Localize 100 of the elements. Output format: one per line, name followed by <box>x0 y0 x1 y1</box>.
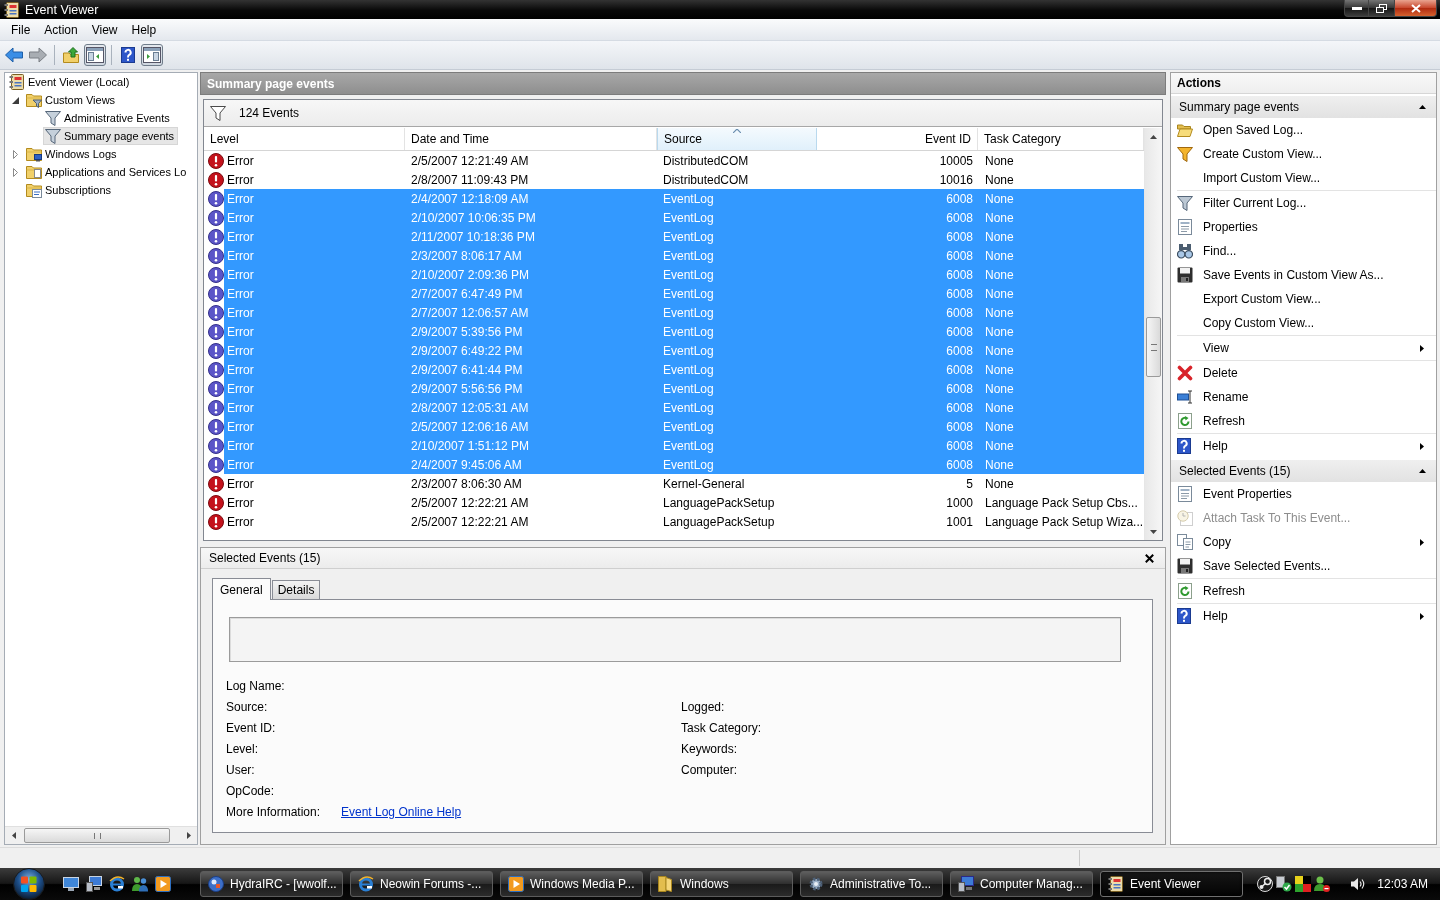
tab[interactable]: General <box>212 578 271 600</box>
tree-item[interactable]: Custom Views <box>24 91 120 109</box>
tree-item[interactable]: Administrative Events <box>43 109 174 127</box>
command-item[interactable]: Find... <box>1171 239 1436 263</box>
tree-item[interactable]: Summary page events <box>43 127 179 145</box>
tree-pane-button[interactable] <box>84 44 106 66</box>
command-item[interactable]: Filter Current Log... <box>1171 191 1436 215</box>
command-item[interactable]: Export Custom View... <box>1171 287 1436 311</box>
scroll-left-icon[interactable] <box>11 832 16 839</box>
table-cell-text: None <box>984 361 1015 379</box>
section-header[interactable]: Selected Events (15) <box>1171 460 1436 482</box>
tree-item[interactable]: Applications and Services Lo <box>24 163 191 181</box>
desktop-icon[interactable] <box>63 876 79 892</box>
help-icon <box>1177 438 1193 454</box>
table-row[interactable]: Error 2/5/2007 12:22:21 AM LanguagePackSetup 1001 Language Pack Setup Wiza... <box>224 512 1144 531</box>
binoculars-icon <box>1177 243 1193 259</box>
computer-icon[interactable] <box>86 876 102 892</box>
field-label: User: <box>226 762 255 777</box>
command-item[interactable]: Refresh <box>1171 579 1436 603</box>
table-cell-text: None <box>984 323 1015 341</box>
command-item[interactable]: Event Properties <box>1171 482 1436 506</box>
menu-item[interactable]: Action <box>37 19 85 40</box>
table-cell-text: Language Pack Setup Wiza... <box>984 513 1144 531</box>
action-pane-button[interactable] <box>141 44 163 66</box>
tree-item[interactable]: Windows Logs <box>24 145 121 163</box>
command-item[interactable]: Properties <box>1171 215 1436 239</box>
tree-item[interactable]: Event Viewer (Local) <box>7 73 134 91</box>
column-header[interactable]: Event ID <box>817 128 978 150</box>
taskbar-button[interactable]: HydraIRC - [wwolf... <box>200 871 343 897</box>
taskbar-button[interactable]: Event Viewer <box>1100 871 1243 897</box>
column-header[interactable]: Source <box>657 128 817 150</box>
network-check-icon[interactable] <box>1276 876 1293 892</box>
expanded-arrow-icon[interactable] <box>12 96 19 104</box>
close-icon <box>1144 553 1154 563</box>
collapsed-arrow-icon[interactable] <box>13 149 18 159</box>
volume-icon[interactable] <box>1350 876 1367 892</box>
table-cell-text: 2/4/2007 9:45:06 AM <box>410 456 523 474</box>
tab[interactable]: Details <box>271 580 321 599</box>
horizontal-scrollbar[interactable] <box>5 826 197 844</box>
table-row[interactable]: Error 2/8/2007 11:09:43 PM DistributedCOM 10016 None <box>224 170 1144 189</box>
table-row[interactable]: Error 2/5/2007 12:21:49 AM DistributedCOM 10005 None <box>224 151 1144 170</box>
taskbar-button[interactable]: Administrative To... <box>800 871 943 897</box>
vertical-scrollbar[interactable] <box>1144 128 1162 540</box>
folder-up-icon <box>63 47 79 63</box>
submenu-arrow-icon <box>1420 442 1424 450</box>
menu-item[interactable]: File <box>4 19 38 40</box>
play-icon[interactable] <box>155 876 171 892</box>
command-item[interactable]: View <box>1171 336 1436 360</box>
close-button[interactable] <box>1142 551 1156 565</box>
wheel-icon[interactable] <box>1257 876 1274 892</box>
table-cell-text: 2/5/2007 12:06:16 AM <box>410 418 530 436</box>
tree-item[interactable]: Subscriptions <box>24 181 116 199</box>
scrollbar-thumb[interactable] <box>1146 317 1161 377</box>
menu-item[interactable]: Help <box>124 19 164 40</box>
restore-button[interactable] <box>1369 0 1395 17</box>
browser-icon[interactable] <box>109 876 125 892</box>
close-icon <box>1410 3 1421 13</box>
scroll-right-icon[interactable] <box>186 832 191 839</box>
help-link[interactable]: Event Log Online Help <box>341 804 462 819</box>
taskbar-button[interactable]: Neowin Forums -... <box>350 871 493 897</box>
close-button[interactable] <box>1395 0 1437 17</box>
folder-monitor-icon <box>26 146 42 162</box>
people-icon[interactable] <box>132 876 148 892</box>
table-cell-text: 2/10/2007 1:51:12 PM <box>410 437 531 455</box>
scroll-down-icon[interactable] <box>1150 529 1157 534</box>
taskbar-button[interactable]: Computer Manag... <box>950 871 1093 897</box>
command-item[interactable]: Open Saved Log... <box>1171 118 1436 142</box>
command-item[interactable]: Import Custom View... <box>1171 166 1436 190</box>
section-header[interactable]: Summary page events <box>1171 96 1436 118</box>
column-header[interactable]: Level <box>204 128 405 150</box>
minimize-button[interactable] <box>1344 0 1369 17</box>
taskbar-button[interactable]: Windows Media P... <box>500 871 643 897</box>
command-item[interactable]: Copy <box>1171 530 1436 554</box>
table-cell-text: 6008 <box>945 285 974 303</box>
table-cell-text: EventLog <box>662 190 715 208</box>
error-icon <box>208 475 224 492</box>
table-cell-text: EventLog <box>662 399 715 417</box>
command-item[interactable]: Create Custom View... <box>1171 142 1436 166</box>
person-icon[interactable] <box>1314 876 1331 892</box>
command-item[interactable]: Save Events in Custom View As... <box>1171 263 1436 287</box>
table-cell-text: Kernel-General <box>662 475 746 493</box>
menu-item[interactable]: View <box>84 19 125 40</box>
scroll-up-icon[interactable] <box>1150 134 1157 139</box>
command-item[interactable]: Delete <box>1171 361 1436 385</box>
command-item[interactable]: Save Selected Events... <box>1171 554 1436 578</box>
command-item[interactable]: Refresh <box>1171 409 1436 433</box>
table-cell-text: None <box>984 266 1015 284</box>
scrollbar-thumb[interactable] <box>24 828 170 843</box>
command-item[interactable]: Help <box>1171 604 1436 628</box>
command-item[interactable]: Copy Custom View... <box>1171 311 1436 335</box>
command-item[interactable]: Rename <box>1171 385 1436 409</box>
table-row[interactable]: Error 2/3/2007 8:06:30 AM Kernel-General 5 None <box>224 474 1144 493</box>
color-squares-icon[interactable] <box>1295 876 1312 892</box>
taskbar-button[interactable]: Windows <box>650 871 793 897</box>
command-item[interactable]: Help <box>1171 434 1436 458</box>
collapsed-arrow-icon[interactable] <box>13 167 18 177</box>
table-row[interactable]: Error 2/5/2007 12:22:21 AM LanguagePackSetup 1000 Language Pack Setup Cbs... <box>224 493 1144 512</box>
up-folder-button[interactable] <box>60 44 82 66</box>
back-button[interactable] <box>3 44 25 66</box>
clock[interactable]: 12:03 AM <box>1377 877 1428 891</box>
